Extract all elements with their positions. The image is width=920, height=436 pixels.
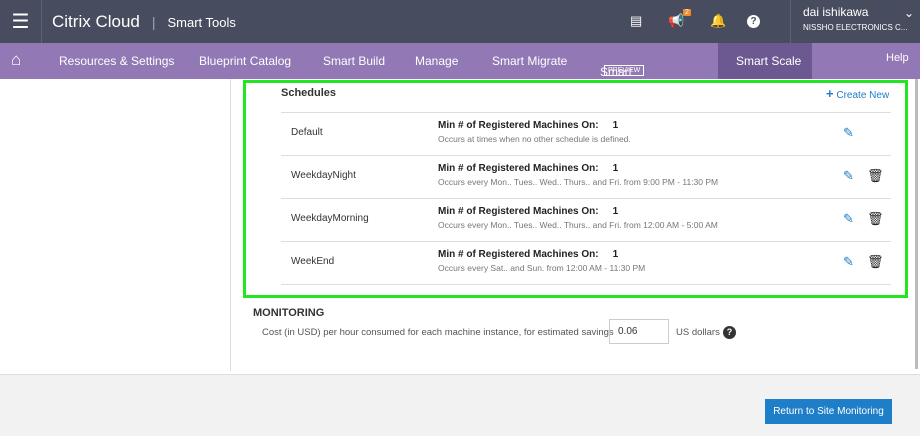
edit-pencil-icon[interactable]: ✎ [843,125,854,141]
create-new-label: Create New [836,90,890,101]
min-machines-label: Min # of Registered Machines On: [438,249,599,260]
edit-pencil-icon[interactable]: ✎ [843,168,854,184]
divider [230,79,231,371]
schedule-row: WeekEnd Min # of Registered Machines On:… [281,241,891,284]
schedule-row: WeekdayMorning Min # of Registered Machi… [281,198,891,241]
top-bar: ☰ Citrix Cloud | Smart Tools ▤ 📢 2 🔔 ? dai… [0,0,920,43]
home-icon[interactable]: ⌂ [11,50,21,70]
help-link[interactable]: Help [886,52,909,64]
brand: Citrix Cloud | Smart Tools [52,12,236,31]
return-to-site-monitoring-button[interactable]: Return to Site Monitoring [765,399,892,424]
tab-blueprint-catalog[interactable]: Blueprint Catalog [199,54,291,68]
brand-name: Citrix Cloud [52,12,140,31]
trash-icon[interactable]: 🗑 [867,211,884,227]
tab-smart-scale[interactable]: Smart Scale [736,54,801,68]
trash-icon[interactable]: 🗑 [867,254,884,270]
unit-label: US dollars [676,327,720,338]
tab-smart-migrate[interactable]: Smart Migrate [492,54,567,68]
feedback-icon[interactable]: ▤ [630,13,642,29]
schedule-description: Occurs at times when no other schedule i… [438,134,631,144]
create-new-button[interactable]: + Create New [826,86,889,101]
chevron-down-icon: ⌄ [903,6,914,20]
cost-input[interactable]: 0.06 [609,319,669,344]
min-machines: Min # of Registered Machines On: 1 [438,206,618,217]
notification-badge: 2 [683,9,691,16]
row-divider [281,284,891,285]
schedule-row: WeekdayNight Min # of Registered Machine… [281,155,891,198]
menu-icon[interactable]: ☰ [0,0,42,43]
schedules-title: Schedules [281,87,337,99]
monitoring-title: MONITORING [253,307,325,319]
trash-icon[interactable]: 🗑 [867,168,884,184]
schedule-row: Default Min # of Registered Machines On:… [281,112,891,155]
edit-pencil-icon[interactable]: ✎ [843,211,854,227]
product-name: Smart Tools [167,15,236,30]
min-machines-value: 1 [612,120,619,131]
min-machines-label: Min # of Registered Machines On: [438,163,599,174]
min-machines-value: 1 [612,249,619,260]
help-icon[interactable]: ? [747,15,760,28]
bell-icon[interactable]: 🔔 [710,13,726,29]
cost-label: Cost (in USD) per hour consumed for each… [262,327,614,338]
schedule-description: Occurs every Mon.. Tues.. Wed.. Thurs.. … [438,220,718,230]
company-name: NISSHO ELECTRONICS C... [803,23,908,32]
scrollbar[interactable] [915,79,918,369]
schedule-description: Occurs every Sat.. and Sun. from 12:00 A… [438,263,646,273]
min-machines: Min # of Registered Machines On: 1 [438,120,618,131]
user-name: dai ishikawa [803,5,869,19]
min-machines-value: 1 [612,206,619,217]
schedule-name: WeekEnd [291,256,335,267]
main-nav: ⌂ Resources & Settings Blueprint Catalog… [0,43,920,93]
min-machines: Min # of Registered Machines On: 1 [438,163,618,174]
plus-icon: + [826,86,834,101]
help-icon[interactable]: ? [723,326,736,339]
min-machines-value: 1 [612,163,619,174]
tab-smart-build[interactable]: Smart Build [323,54,385,68]
tab-manage[interactable]: Manage [415,54,458,68]
user-menu[interactable]: dai ishikawa NISSHO ELECTRONICS C... ⌄ [790,0,920,43]
min-machines-label: Min # of Registered Machines On: [438,120,599,131]
edit-pencil-icon[interactable]: ✎ [843,254,854,270]
schedule-name: WeekdayMorning [291,213,369,224]
schedule-description: Occurs every Mon.. Tues.. Wed.. Thurs.. … [438,177,719,187]
schedule-name: WeekdayNight [291,170,356,181]
schedule-name: Default [291,127,323,138]
megaphone-icon[interactable]: 📢 [668,13,684,29]
min-machines-label: Min # of Registered Machines On: [438,206,599,217]
tab-resources-settings[interactable]: Resources & Settings [59,54,174,68]
preview-badge: PREVIEW [604,65,645,76]
min-machines: Min # of Registered Machines On: 1 [438,249,618,260]
